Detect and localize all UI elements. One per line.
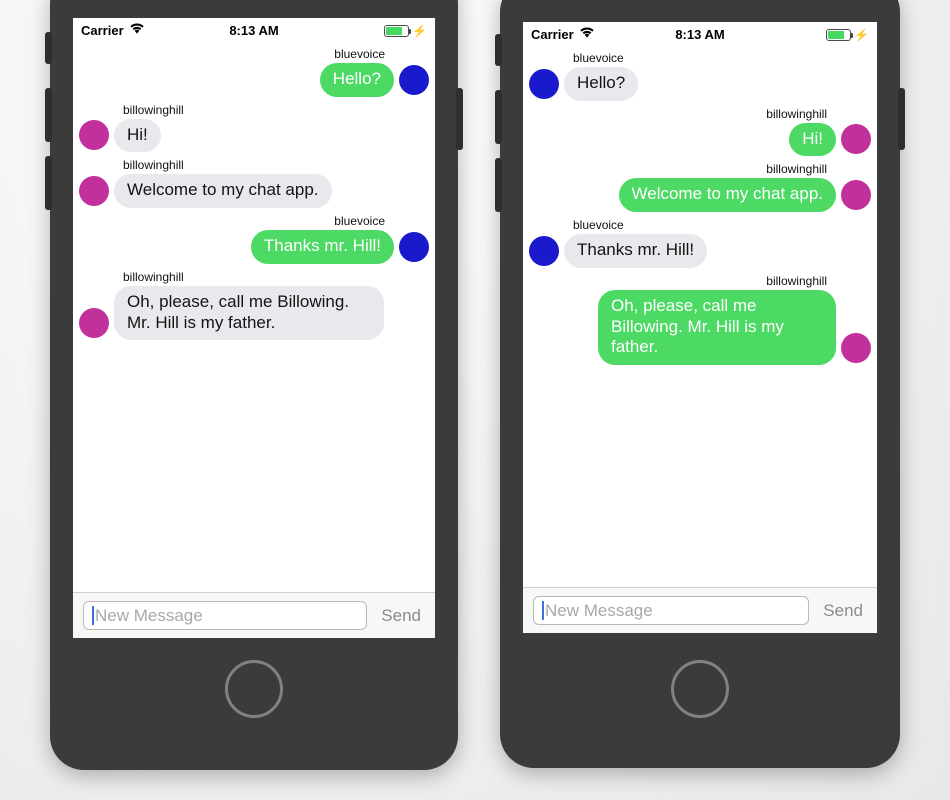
phone-screen-left: Carrier 8:13 AM ⚡ bluevoice Hello? billo… bbox=[73, 18, 435, 638]
message-list-right[interactable]: bluevoice Hello? billowinghill Hi! billo… bbox=[523, 45, 877, 587]
message-bubble[interactable]: Hi! bbox=[789, 122, 836, 157]
message-input-bar-left: New Message Send bbox=[73, 592, 435, 638]
volume-up-button-right[interactable] bbox=[495, 90, 502, 144]
home-button[interactable] bbox=[225, 660, 283, 718]
new-message-input[interactable]: New Message bbox=[83, 601, 368, 630]
battery-icon bbox=[384, 24, 412, 37]
avatar[interactable] bbox=[399, 231, 429, 262]
message-row: billowinghill Hi! bbox=[73, 101, 435, 153]
volume-up-button-left[interactable] bbox=[45, 88, 52, 142]
silent-switch-left[interactable] bbox=[45, 32, 52, 64]
carrier-label: Carrier bbox=[81, 23, 124, 38]
message-bubble[interactable]: Hello? bbox=[319, 63, 394, 97]
message-sender: bluevoice bbox=[334, 214, 385, 229]
avatar[interactable] bbox=[399, 64, 429, 95]
status-bar-left: Carrier 8:13 AM ⚡ bbox=[73, 18, 435, 41]
carrier-label: Carrier bbox=[531, 27, 574, 42]
message-bubble[interactable]: Thanks mr. Hill! bbox=[564, 234, 708, 268]
message-bubble[interactable]: Hi! bbox=[114, 118, 161, 153]
new-message-placeholder: New Message bbox=[95, 605, 203, 625]
home-button[interactable] bbox=[671, 660, 729, 718]
phone-device-left: Carrier 8:13 AM ⚡ bluevoice Hello? billo… bbox=[45, 0, 463, 770]
message-input-bar-right: New Message Send bbox=[523, 587, 877, 633]
volume-down-button-right[interactable] bbox=[495, 158, 502, 212]
avatar[interactable] bbox=[79, 120, 109, 151]
lightning-bolt-icon: ⚡ bbox=[412, 23, 427, 38]
message-sender: bluevoice bbox=[573, 218, 624, 233]
avatar[interactable] bbox=[79, 176, 109, 207]
lightning-bolt-icon: ⚡ bbox=[854, 27, 869, 42]
send-button[interactable]: Send bbox=[377, 606, 425, 626]
message-row: bluevoice Hello? bbox=[73, 45, 435, 97]
message-row: billowinghill Oh, please, call me Billow… bbox=[523, 272, 877, 366]
avatar[interactable] bbox=[529, 68, 559, 99]
message-sender: billowinghill bbox=[123, 269, 184, 284]
message-sender: bluevoice bbox=[573, 51, 624, 65]
message-bubble[interactable]: Welcome to my chat app. bbox=[618, 178, 836, 213]
status-bar-right: Carrier 8:13 AM ⚡ bbox=[523, 22, 877, 45]
message-list-left[interactable]: bluevoice Hello? billowinghill Hi! billo… bbox=[73, 41, 435, 592]
battery-icon bbox=[826, 28, 854, 41]
power-button-left[interactable] bbox=[456, 88, 463, 150]
message-row: bluevoice Thanks mr. Hill! bbox=[73, 212, 435, 264]
phone-screen-right: Carrier 8:13 AM ⚡ bluevoice Hello? billo… bbox=[523, 22, 877, 633]
silent-switch-right[interactable] bbox=[495, 34, 502, 66]
message-bubble[interactable]: Thanks mr. Hill! bbox=[250, 230, 394, 264]
avatar[interactable] bbox=[841, 333, 871, 364]
message-bubble[interactable]: Oh, please, call me Billowing. Mr. Hill … bbox=[114, 285, 384, 341]
phone-device-right: Carrier 8:13 AM ⚡ bluevoice Hello? billo… bbox=[495, 0, 905, 768]
message-row: billowinghill Hi! bbox=[523, 105, 877, 157]
message-bubble[interactable]: Hello? bbox=[564, 67, 639, 101]
message-sender: billowinghill bbox=[766, 106, 827, 121]
message-row: billowinghill Oh, please, call me Billow… bbox=[73, 268, 435, 341]
message-sender: billowinghill bbox=[766, 273, 827, 288]
avatar[interactable] bbox=[529, 235, 559, 266]
message-bubble[interactable]: Oh, please, call me Billowing. Mr. Hill … bbox=[598, 289, 836, 366]
wifi-icon bbox=[579, 27, 595, 42]
message-bubble[interactable]: Welcome to my chat app. bbox=[114, 174, 332, 209]
message-row: billowinghill Welcome to my chat app. bbox=[73, 156, 435, 209]
new-message-placeholder: New Message bbox=[545, 600, 653, 620]
message-sender: billowinghill bbox=[123, 158, 184, 173]
avatar[interactable] bbox=[841, 124, 871, 155]
message-row: bluevoice Thanks mr. Hill! bbox=[523, 216, 877, 268]
send-button[interactable]: Send bbox=[819, 601, 867, 621]
message-sender: billowinghill bbox=[766, 162, 827, 177]
new-message-input[interactable]: New Message bbox=[533, 596, 810, 625]
text-caret bbox=[542, 601, 544, 620]
message-sender: billowinghill bbox=[123, 102, 184, 117]
avatar[interactable] bbox=[79, 308, 109, 339]
avatar[interactable] bbox=[841, 180, 871, 211]
power-button-right[interactable] bbox=[898, 88, 905, 150]
message-sender: bluevoice bbox=[334, 47, 385, 61]
text-caret bbox=[92, 606, 94, 625]
wifi-icon bbox=[129, 23, 145, 38]
message-row: billowinghill Welcome to my chat app. bbox=[523, 160, 877, 213]
volume-down-button-left[interactable] bbox=[45, 156, 52, 210]
message-row: bluevoice Hello? bbox=[523, 49, 877, 101]
